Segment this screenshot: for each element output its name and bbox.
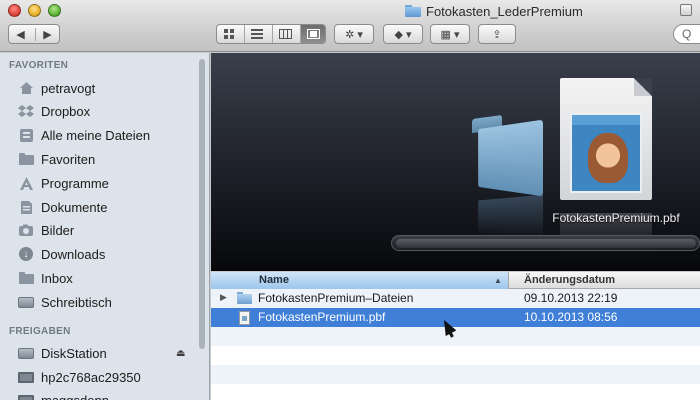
sort-ascending-icon: ▲	[494, 276, 502, 285]
sidebar-item-label: Dropbox	[41, 103, 91, 119]
monitor-icon	[18, 392, 34, 400]
search-field[interactable]: Q	[673, 24, 700, 44]
search-icon: Q	[682, 27, 692, 41]
sidebar-item-programme[interactable]: Programme	[0, 172, 196, 194]
file-name: FotokastenPremium–Dateien	[258, 291, 414, 305]
sidebar-item-maggsdenn[interactable]: maggsdenn	[0, 389, 196, 400]
coverflow-scrollbar[interactable]	[391, 235, 700, 251]
coverflow-view-button[interactable]	[300, 25, 325, 43]
sidebar-item-dokumente[interactable]: Dokumente	[0, 196, 196, 218]
sidebar-item-label: Favoriten	[41, 151, 96, 167]
minimize-window-button[interactable]	[28, 4, 41, 17]
sidebar-item-label: Inbox	[41, 270, 73, 286]
desktop-icon	[18, 294, 34, 310]
sidebar-item-label: Programme	[41, 175, 109, 191]
list-view-button[interactable]	[244, 25, 269, 43]
downloads-icon: ↓	[18, 246, 34, 262]
sidebar-item-diskstation[interactable]: DiskStation ⏏	[0, 342, 196, 364]
action-menu-button[interactable]: ✲ ▾	[334, 24, 374, 44]
sidebar-item-label: Dokumente	[41, 199, 108, 215]
file-name: FotokastenPremium.pbf	[258, 310, 386, 324]
sidebar: FAVORITEN petravogt Dropbox Alle meine D…	[0, 53, 210, 400]
view-mode-switcher	[216, 24, 326, 44]
sidebar-item-label: petravogt	[41, 80, 96, 96]
home-icon	[18, 80, 34, 96]
folder-icon	[237, 292, 252, 304]
back-button[interactable]: ◀	[9, 28, 32, 41]
coverflow-view-icon	[306, 29, 320, 39]
arrange-icon: ▦ ▾	[440, 28, 460, 41]
close-window-button[interactable]	[8, 4, 21, 17]
sidebar-item-hp2c768ac29350[interactable]: hp2c768ac29350	[0, 366, 196, 388]
document-icon	[239, 311, 250, 325]
forward-button[interactable]: ▶	[35, 27, 59, 41]
icon-view-icon	[223, 28, 234, 39]
icon-view-button[interactable]	[217, 25, 241, 43]
table-row-selected[interactable]: FotokastenPremium.pbf 10.10.2013 08:56	[211, 308, 700, 327]
table-row[interactable]: ▶ FotokastenPremium–Dateien 09.10.2013 2…	[211, 289, 700, 308]
column-header-name-label: Name	[259, 274, 289, 286]
sidebar-item-bilder[interactable]: Bilder	[0, 219, 196, 241]
disclosure-triangle-icon[interactable]: ▶	[220, 292, 227, 303]
eject-icon[interactable]: ⏏	[176, 348, 185, 359]
sidebar-item-dropbox[interactable]: Dropbox	[0, 100, 196, 122]
sidebar-scrollbar[interactable]	[199, 59, 205, 349]
navigation-buttons: ◀ ▶	[8, 24, 60, 44]
sidebar-item-label: Alle meine Dateien	[41, 127, 151, 143]
coverflow-scroll-knob[interactable]	[396, 239, 696, 248]
list-header: Name ▲ Änderungsdatum	[211, 272, 700, 289]
sidebar-item-all-files[interactable]: Alle meine Dateien	[0, 124, 196, 146]
folder-icon	[18, 270, 34, 286]
fullscreen-button[interactable]	[680, 4, 692, 16]
coverflow-caption: FotokastenPremium.pbf	[552, 211, 680, 225]
monitor-icon	[18, 369, 34, 385]
pictures-icon	[18, 222, 34, 238]
modified-date: 10.10.2013 08:56	[524, 310, 618, 324]
dropbox-menu-button[interactable]: ◆ ▾	[383, 24, 423, 44]
column-header-date-label: Änderungsdatum	[524, 274, 616, 286]
coverflow-folder-item[interactable]	[466, 114, 546, 197]
list-view-icon	[251, 29, 263, 39]
sidebar-item-label: DiskStation	[41, 345, 107, 361]
sidebar-item-favoriten[interactable]: Favoriten	[0, 148, 196, 170]
file-list: Name ▲ Änderungsdatum ▶ FotokastenPremiu…	[211, 272, 700, 400]
sidebar-item-label: Downloads	[41, 246, 106, 262]
gear-icon: ✲ ▾	[345, 28, 363, 41]
sidebar-item-petravogt[interactable]: petravogt	[0, 77, 196, 99]
share-button[interactable]: ⇪	[478, 24, 516, 44]
all-files-icon	[18, 127, 34, 143]
sidebar-item-label: Schreibtisch	[41, 294, 112, 310]
folder-icon	[405, 5, 421, 17]
sidebar-item-label: maggsdenn	[41, 392, 109, 400]
sidebar-item-schreibtisch[interactable]: Schreibtisch	[0, 291, 196, 313]
arrange-menu-button[interactable]: ▦ ▾	[430, 24, 470, 44]
sidebar-heading-shared: FREIGABEN	[9, 326, 71, 337]
dropbox-icon	[18, 103, 34, 119]
zoom-window-button[interactable]	[48, 4, 61, 17]
applications-icon	[18, 175, 34, 191]
column-view-icon	[278, 29, 292, 39]
sidebar-item-inbox[interactable]: Inbox	[0, 267, 196, 289]
share-icon: ⇪	[492, 28, 502, 41]
photo-book-thumbnail	[570, 113, 642, 193]
folder-icon	[18, 151, 34, 167]
window-title: Fotokasten_LederPremium	[405, 2, 583, 20]
dropbox-icon: ◆ ▾	[394, 28, 412, 41]
empty-row	[211, 365, 700, 384]
window-toolbar: Fotokasten_LederPremium ◀ ▶ ✲ ▾ ◆ ▾ ▦ ▾ …	[0, 0, 700, 52]
sidebar-item-label: hp2c768ac29350	[41, 369, 141, 385]
modified-date: 09.10.2013 22:19	[524, 291, 618, 305]
documents-icon	[18, 199, 34, 215]
column-header-name[interactable]: Name ▲	[211, 272, 509, 289]
coverflow-preview: FotokastenPremium.pbf	[211, 53, 700, 271]
sidebar-item-label: Bilder	[41, 222, 75, 238]
disk-icon	[18, 345, 34, 361]
sidebar-heading-favorites: FAVORITEN	[9, 60, 69, 71]
window-title-text: Fotokasten_LederPremium	[426, 3, 583, 19]
sidebar-item-downloads[interactable]: ↓ Downloads	[0, 243, 196, 265]
column-view-button[interactable]	[272, 25, 297, 43]
